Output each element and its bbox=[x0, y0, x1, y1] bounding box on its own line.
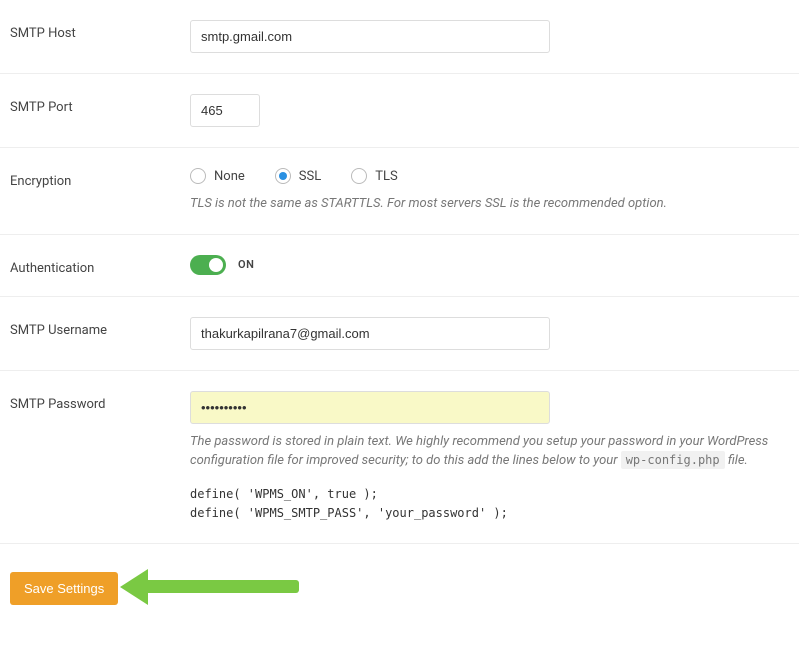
config-code-block: define( 'WPMS_ON', true ); define( 'WPMS… bbox=[190, 485, 789, 523]
auth-label: Authentication bbox=[10, 255, 190, 276]
smtp-password-help: The password is stored in plain text. We… bbox=[190, 432, 789, 471]
row-smtp-password: SMTP Password The password is stored in … bbox=[0, 371, 799, 544]
save-settings-button[interactable]: Save Settings bbox=[10, 572, 118, 605]
auth-toggle[interactable]: ON bbox=[190, 255, 789, 275]
radio-icon bbox=[190, 168, 206, 184]
encryption-radio-tls[interactable]: TLS bbox=[351, 168, 397, 184]
smtp-username-label: SMTP Username bbox=[10, 317, 190, 338]
smtp-password-label: SMTP Password bbox=[10, 391, 190, 412]
row-encryption: Encryption None SSL TLS TLS is not the s… bbox=[0, 148, 799, 235]
annotation-arrow-icon bbox=[126, 573, 306, 603]
encryption-help-text: TLS is not the same as STARTTLS. For mos… bbox=[190, 194, 789, 214]
smtp-port-label: SMTP Port bbox=[10, 94, 190, 115]
encryption-none-label: None bbox=[214, 169, 245, 184]
smtp-password-help-post: file. bbox=[725, 453, 748, 468]
encryption-tls-label: TLS bbox=[375, 169, 397, 184]
radio-icon bbox=[351, 168, 367, 184]
smtp-host-label: SMTP Host bbox=[10, 20, 190, 41]
auth-status-text: ON bbox=[238, 258, 254, 271]
encryption-radio-ssl[interactable]: SSL bbox=[275, 168, 321, 184]
radio-icon bbox=[275, 168, 291, 184]
encryption-radio-group: None SSL TLS bbox=[190, 168, 789, 184]
smtp-host-input[interactable] bbox=[190, 20, 550, 53]
save-row: Save Settings bbox=[0, 544, 799, 613]
toggle-switch-icon bbox=[190, 255, 226, 275]
encryption-label: Encryption bbox=[10, 168, 190, 189]
row-smtp-username: SMTP Username bbox=[0, 297, 799, 371]
smtp-username-input[interactable] bbox=[190, 317, 550, 350]
row-authentication: Authentication ON bbox=[0, 235, 799, 297]
encryption-ssl-label: SSL bbox=[299, 169, 321, 184]
wp-config-code: wp-config.php bbox=[621, 451, 725, 469]
encryption-radio-none[interactable]: None bbox=[190, 168, 245, 184]
row-smtp-port: SMTP Port bbox=[0, 74, 799, 148]
smtp-password-input[interactable] bbox=[190, 391, 550, 424]
smtp-port-input[interactable] bbox=[190, 94, 260, 127]
row-smtp-host: SMTP Host bbox=[0, 0, 799, 74]
